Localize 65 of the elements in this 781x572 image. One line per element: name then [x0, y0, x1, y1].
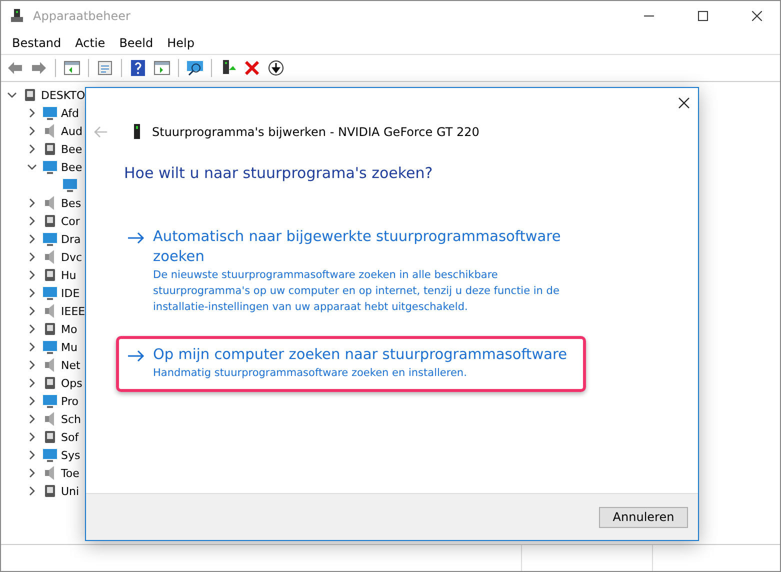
arrow-icon: [127, 350, 145, 362]
tree-item-label[interactable]: Mo: [61, 322, 78, 336]
device-icon: [42, 213, 58, 229]
scan-monitor-icon[interactable]: [185, 58, 205, 78]
device-icon: [42, 267, 58, 283]
tree-item-label[interactable]: Afd: [61, 106, 79, 120]
tree-item-label[interactable]: Bes: [61, 196, 82, 210]
monitor-icon: [42, 105, 58, 121]
cancel-button[interactable]: Annuleren: [599, 506, 688, 528]
tree-item-label[interactable]: Bee: [61, 142, 82, 156]
tree-item-label[interactable]: Sys: [61, 448, 80, 462]
menu-item[interactable]: Bestand: [5, 36, 68, 50]
monitor-icon: [62, 177, 78, 193]
device-icon: [22, 87, 38, 103]
device-icon: [42, 375, 58, 391]
tree-item-label[interactable]: Ops: [61, 376, 82, 390]
tree-item-label[interactable]: Aud: [61, 124, 82, 138]
computer-icon: [9, 8, 25, 24]
highlighted-option[interactable]: Op mijn computer zoeken naar stuurprogrammasoftware Handmatig stuurprogrammasoftware zoeken en installeren.: [116, 336, 586, 392]
tree-item-label[interactable]: IEEE: [61, 304, 86, 318]
tree-item-label[interactable]: Cor: [61, 214, 80, 228]
tree-item-label[interactable]: Mu: [61, 340, 78, 354]
tree-item-label[interactable]: DESKTO: [41, 88, 86, 102]
download-icon[interactable]: [266, 58, 286, 78]
device-icon: [42, 321, 58, 337]
monitor-icon: [42, 159, 58, 175]
window-title: Apparaatbeheer: [33, 9, 132, 23]
dialog-title: Stuurprogramma's bijwerken - NVIDIA GeForce GT 220: [152, 125, 480, 139]
help-icon[interactable]: [128, 58, 148, 78]
close-icon[interactable]: [752, 11, 762, 21]
tree-item-label[interactable]: Dvc: [61, 250, 82, 264]
monitor-icon: [42, 393, 58, 409]
window-pane-icon[interactable]: [152, 58, 172, 78]
monitor-icon: [42, 447, 58, 463]
tree-item-label[interactable]: Dra: [61, 232, 81, 246]
dialog-heading: Hoe wilt u naar stuurprograma's zoeken?: [124, 164, 434, 182]
option-title: Automatisch naar bijgewerkte stuurprogrammasoftware zoeken: [153, 228, 562, 267]
option-title: Op mijn computer zoeken naar stuurprogrammasoftware: [153, 346, 568, 365]
remove-icon[interactable]: [242, 58, 262, 78]
menu-item[interactable]: Beeld: [112, 36, 160, 50]
menu-item[interactable]: Help: [160, 36, 202, 50]
tree-item-label[interactable]: Bee: [61, 160, 82, 174]
tree-item-label[interactable]: Hu: [61, 268, 76, 282]
device-icon: [42, 483, 58, 499]
tree-item-label[interactable]: IDE: [61, 286, 80, 300]
tree-item-label[interactable]: Net: [61, 358, 80, 372]
device-icon: [42, 141, 58, 157]
monitor-icon: [42, 285, 58, 301]
tree-item-label[interactable]: Toe: [61, 466, 80, 480]
maximize-icon[interactable]: [698, 11, 708, 21]
monitor-icon: [42, 231, 58, 247]
menu-item[interactable]: Actie: [68, 36, 112, 50]
close-icon[interactable]: [678, 97, 690, 109]
device-icon: [132, 124, 142, 140]
device-icon: [42, 429, 58, 445]
monitor-icon: [42, 339, 58, 355]
properties-icon[interactable]: [95, 58, 115, 78]
option-description: De nieuwste stuurprogrammasoftware zoeken in alle beschikbare stuurprogramma's op uw computer en op internet, tenzij u deze functie in de installatie-instellingen van uw apparaat hebt uitgeschakeld.: [153, 268, 560, 315]
window-pane-icon[interactable]: [62, 58, 82, 78]
option-description: Handmatig stuurprogrammasoftware zoeken en installeren.: [153, 366, 468, 381]
tree-item-label[interactable]: Sch: [61, 412, 82, 426]
tree-item-label[interactable]: Sof: [61, 430, 79, 444]
tree-item-label[interactable]: Uni: [61, 484, 80, 498]
tree-item-label[interactable]: Pro: [61, 394, 78, 408]
arrow-icon: [127, 232, 145, 244]
